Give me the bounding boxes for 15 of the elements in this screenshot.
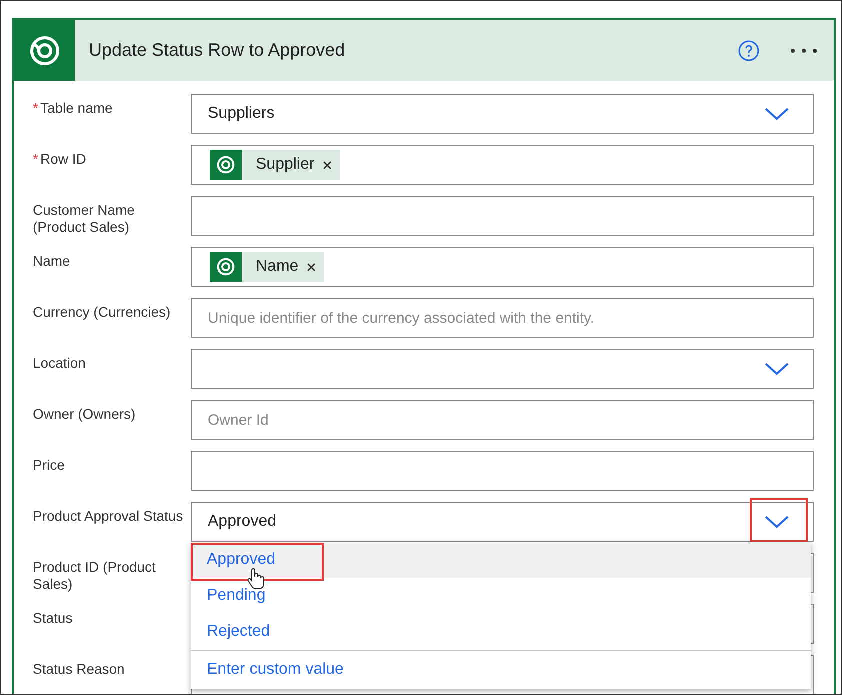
field-label: Location [32,354,87,373]
token-label: Supplier [256,156,315,174]
field-label: Currency (Currencies) [32,303,172,322]
field-label: Price [32,456,66,475]
field-label: Owner (Owners) [32,405,137,424]
card-title: Update Status Row to Approved [89,40,346,61]
field-label: Status Reason [32,660,126,679]
field-label: Status [32,609,74,628]
field-label: *Table name [32,99,114,118]
field-label: Name [32,252,72,271]
field-label: Product ID (Product Sales) [32,558,157,593]
field-label: *Row ID [32,150,88,169]
field-label: Product Approval Status [32,507,184,526]
field-label: Customer Name (Product Sales) [32,201,136,236]
token-label: Name [256,258,299,276]
